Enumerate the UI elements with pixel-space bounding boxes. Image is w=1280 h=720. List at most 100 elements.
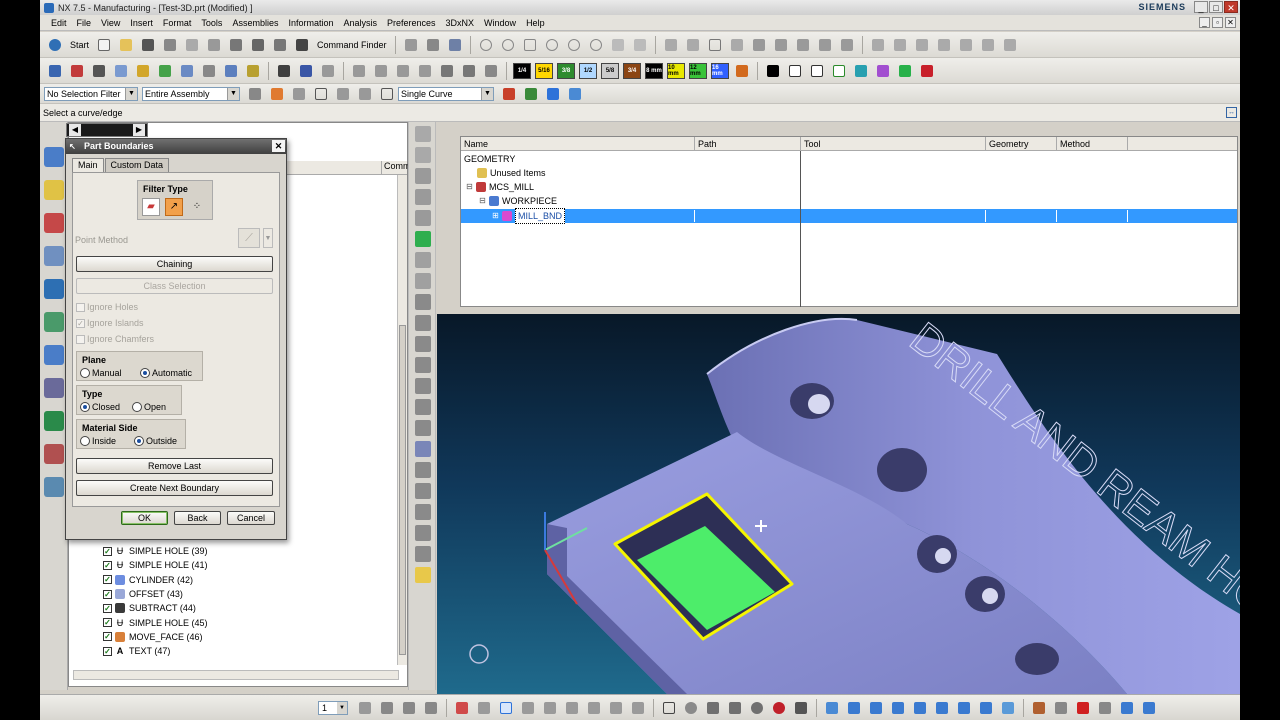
extrude-icon[interactable] [772, 36, 790, 54]
transform-icon[interactable] [350, 62, 368, 80]
render-icon[interactable] [748, 699, 766, 717]
copy-icon[interactable] [205, 36, 223, 54]
arrow-right-icon[interactable] [544, 85, 562, 103]
comment-column-header[interactable]: Comm [381, 161, 411, 174]
clock-history-icon[interactable] [44, 345, 64, 365]
tool-7-icon[interactable] [415, 252, 431, 268]
feature-checkbox[interactable]: ✓ [103, 560, 112, 570]
3d-view-cube-icon[interactable] [566, 85, 584, 103]
back-button[interactable]: Back [174, 511, 221, 525]
polygon-icon[interactable] [728, 36, 746, 54]
snap-intersection-icon[interactable] [541, 699, 559, 717]
hole-tool-icon[interactable] [816, 36, 834, 54]
doc-minimize-button[interactable]: _ [1199, 17, 1210, 28]
plane-manual-radio[interactable]: Manual [80, 368, 122, 378]
zoom-icon[interactable] [682, 699, 700, 717]
method-view-icon[interactable] [244, 62, 262, 80]
feature-icon[interactable] [482, 62, 500, 80]
orient-top-icon[interactable] [845, 699, 863, 717]
delete-icon[interactable] [249, 36, 267, 54]
layer-16mm-button[interactable]: 16 mm [711, 62, 729, 79]
expand-icon[interactable]: ⊞ [491, 209, 500, 223]
status-expand-icon[interactable]: ↔ [1226, 107, 1237, 118]
paste-icon[interactable] [227, 36, 245, 54]
create-geometry-icon[interactable] [112, 62, 130, 80]
color-brown-icon[interactable] [733, 62, 751, 80]
layer-1-2-button[interactable]: 1/2 [579, 62, 597, 79]
connect-curve-icon[interactable] [522, 85, 540, 103]
info-icon[interactable] [1096, 699, 1114, 717]
web-browser-icon[interactable] [44, 378, 64, 398]
view-square-icon[interactable] [764, 62, 782, 80]
tab-main[interactable]: Main [72, 158, 104, 172]
selection-count-spinner[interactable]: 1 [318, 700, 348, 715]
orient-left-icon[interactable] [977, 699, 995, 717]
reuse-library-icon[interactable] [44, 312, 64, 332]
layer-icon[interactable] [416, 62, 434, 80]
tool-13-icon[interactable] [415, 378, 431, 394]
curve-boundary-icon[interactable]: ↗ [165, 198, 183, 216]
tool-14-icon[interactable] [415, 399, 431, 415]
edit-object-icon[interactable] [372, 62, 390, 80]
snap-control-icon[interactable] [519, 699, 537, 717]
nav-forward-icon[interactable]: ▶ [133, 124, 145, 136]
snap-mid-icon[interactable] [475, 699, 493, 717]
shading-icon[interactable] [438, 62, 456, 80]
display-object-icon[interactable] [394, 62, 412, 80]
select-all-icon[interactable] [268, 85, 286, 103]
generate-path-icon[interactable] [275, 62, 293, 80]
boss-icon[interactable] [838, 36, 856, 54]
layer-8mm-button[interactable]: 8 mm [645, 62, 663, 79]
view-scale-1-icon[interactable] [786, 62, 804, 80]
save-icon[interactable] [139, 36, 157, 54]
measure-icon[interactable] [1052, 699, 1070, 717]
scroll-thumb[interactable] [399, 325, 406, 655]
deselect-icon[interactable] [290, 85, 308, 103]
pan-view-icon[interactable] [422, 699, 440, 717]
layer-10mm-button[interactable]: 10 mm [667, 62, 685, 79]
checkmark-icon[interactable] [415, 231, 431, 247]
undo-icon[interactable] [271, 36, 289, 54]
radio-button[interactable] [132, 402, 142, 412]
view-green-icon[interactable] [830, 62, 848, 80]
material-inside-radio[interactable]: Inside [80, 436, 116, 446]
minimize-button[interactable]: _ [1194, 1, 1208, 13]
snap-quadrant-icon[interactable] [521, 36, 539, 54]
verify-path-icon[interactable] [297, 62, 315, 80]
create-method-icon[interactable] [134, 62, 152, 80]
navigator-horizontal-scrollbar[interactable] [73, 670, 399, 680]
snap-intersect-icon[interactable] [609, 36, 627, 54]
palette-icon[interactable] [44, 411, 64, 431]
tool-16-icon[interactable] [415, 441, 431, 457]
tool-3-icon[interactable] [415, 168, 431, 184]
snap-end-icon[interactable] [453, 699, 471, 717]
column-name[interactable]: Name [461, 137, 695, 151]
layer-color-icon[interactable] [1030, 699, 1048, 717]
text-tool-icon[interactable] [750, 36, 768, 54]
radio-button[interactable] [80, 368, 90, 378]
curve-rule-dropdown[interactable]: Single Curve [398, 86, 494, 101]
menu-window[interactable]: Window [479, 18, 521, 28]
orient-bottom-icon[interactable] [955, 699, 973, 717]
layer-3-4-button[interactable]: 3/4 [623, 62, 641, 79]
record-icon[interactable] [770, 699, 788, 717]
plane-automatic-radio[interactable]: Automatic [140, 368, 192, 378]
cut-icon[interactable] [183, 36, 201, 54]
tool-19-icon[interactable] [415, 504, 431, 520]
maximize-button[interactable]: □ [1209, 1, 1223, 13]
radio-button[interactable] [140, 368, 150, 378]
sketch-icon[interactable] [402, 36, 420, 54]
feature-item[interactable]: ✓ Ʉ SIMPLE HOLE (45) [103, 615, 208, 629]
offset-curve-icon[interactable] [957, 36, 975, 54]
tool-5-icon[interactable] [415, 210, 431, 226]
column-path[interactable]: Path [695, 137, 801, 151]
warning-icon[interactable] [1074, 699, 1092, 717]
tool-17-icon[interactable] [415, 462, 431, 478]
cancel-button[interactable]: Cancel [227, 511, 275, 525]
op-row-geometry[interactable]: GEOMETRY [461, 152, 1237, 166]
tool-18-icon[interactable] [415, 483, 431, 499]
menu-edit[interactable]: Edit [46, 18, 72, 28]
snap-point-icon[interactable] [587, 36, 605, 54]
dialog-close-button[interactable]: ✕ [272, 140, 285, 152]
view-red-icon[interactable] [918, 62, 936, 80]
